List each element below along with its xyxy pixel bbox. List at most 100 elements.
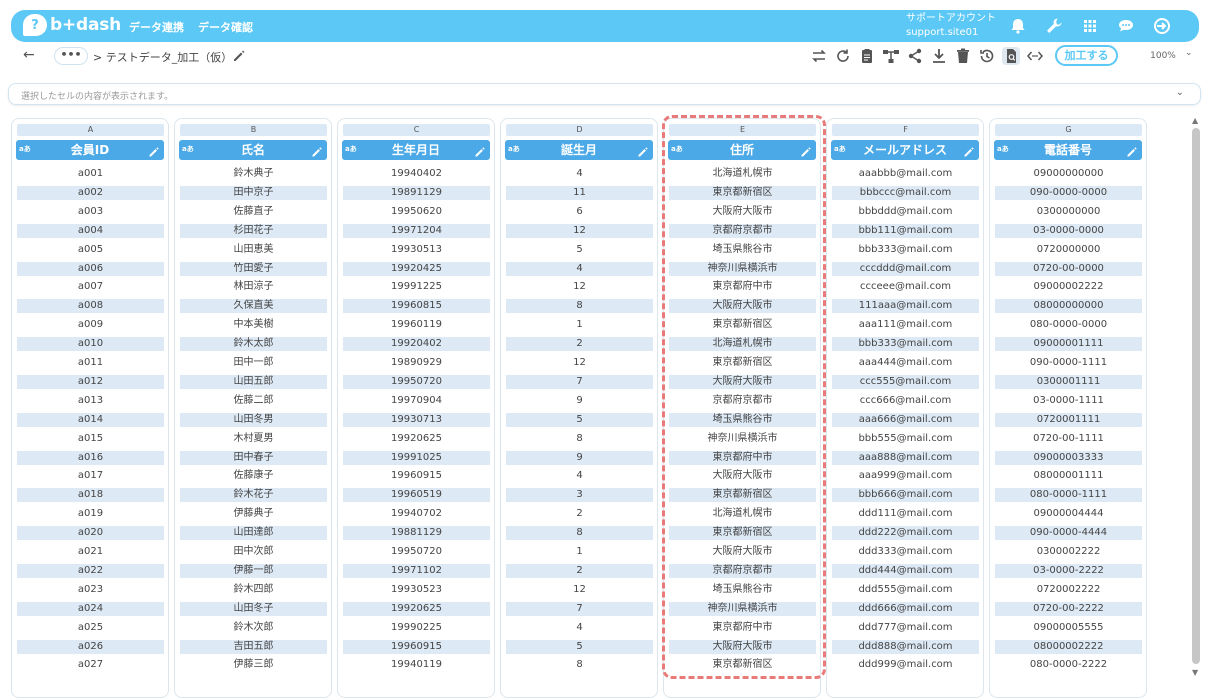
table-cell[interactable]: cccddd@mail.com (832, 261, 979, 276)
table-cell[interactable]: 08000002222 (995, 639, 1142, 654)
table-cell[interactable]: a010 (17, 337, 164, 352)
table-cell[interactable]: 鈴木典子 (180, 167, 327, 181)
app-logo[interactable]: ? b+dash (23, 14, 121, 36)
table-cell[interactable]: bbb666@mail.com (832, 488, 979, 503)
table-cell[interactable]: 19991225 (343, 280, 490, 294)
table-cell[interactable]: 山田冬子 (180, 601, 327, 616)
history-icon[interactable] (978, 47, 996, 65)
account-info[interactable]: サポートアカウント support.site01 (906, 12, 996, 40)
table-cell[interactable]: 080-0000-0000 (995, 318, 1142, 332)
edit-title-icon[interactable] (232, 48, 246, 62)
table-cell[interactable]: 090-0000-4444 (995, 526, 1142, 541)
bell-icon[interactable] (1008, 16, 1028, 36)
table-cell[interactable]: 11 (506, 185, 653, 200)
vertical-scrollbar[interactable]: ▲ ▼ (1191, 116, 1201, 680)
table-cell[interactable]: 大阪府大阪市 (669, 545, 816, 559)
table-cell[interactable]: 09000002222 (995, 280, 1142, 294)
column-letter[interactable]: D (506, 124, 653, 136)
table-cell[interactable]: 木村夏男 (180, 432, 327, 446)
column-letter[interactable]: E (669, 124, 816, 136)
table-cell[interactable]: 東京都新宿区 (669, 185, 816, 200)
table-cell[interactable]: 5 (506, 412, 653, 427)
table-cell[interactable]: ddd222@mail.com (832, 526, 979, 541)
wrench-icon[interactable] (1044, 16, 1064, 36)
table-cell[interactable]: 19890929 (343, 356, 490, 370)
table-cell[interactable]: a001 (17, 167, 164, 181)
table-cell[interactable]: 19971204 (343, 223, 490, 238)
table-cell[interactable]: 7 (506, 374, 653, 389)
table-cell[interactable]: ddd555@mail.com (832, 583, 979, 597)
download-icon[interactable] (930, 47, 948, 65)
table-cell[interactable]: 19940119 (343, 658, 490, 672)
table-cell[interactable]: 19971102 (343, 563, 490, 578)
table-cell[interactable]: 0720000000 (995, 243, 1142, 257)
edit-column-icon[interactable] (474, 144, 486, 157)
table-cell[interactable]: 山田五郎 (180, 374, 327, 389)
table-cell[interactable]: 0300002222 (995, 545, 1142, 559)
table-cell[interactable]: 19950720 (343, 374, 490, 389)
table-cell[interactable]: 19960519 (343, 488, 490, 503)
chevron-down-icon[interactable]: ⌄ (1185, 48, 1193, 58)
table-cell[interactable]: 3 (506, 488, 653, 503)
table-cell[interactable]: 12 (506, 280, 653, 294)
table-cell[interactable]: a017 (17, 469, 164, 483)
table-cell[interactable]: 19940702 (343, 507, 490, 521)
table-cell[interactable]: 03-0000-2222 (995, 563, 1142, 578)
table-cell[interactable]: ddd999@mail.com (832, 658, 979, 672)
grid-icon[interactable] (1080, 16, 1100, 36)
table-cell[interactable]: aaa888@mail.com (832, 450, 979, 465)
back-arrow-icon[interactable]: ← (23, 47, 35, 63)
table-cell[interactable]: a027 (17, 658, 164, 672)
table-cell[interactable]: 鈴木花子 (180, 488, 327, 503)
table-cell[interactable]: 19920425 (343, 261, 490, 276)
table-cell[interactable]: 2 (506, 507, 653, 521)
column-letter[interactable]: B (180, 124, 327, 136)
column-header[interactable]: aあ 誕生月 (505, 140, 653, 160)
table-cell[interactable]: 伊藤三郎 (180, 658, 327, 672)
table-cell[interactable]: a009 (17, 318, 164, 332)
table-cell[interactable]: a002 (17, 185, 164, 200)
table-cell[interactable]: ddd666@mail.com (832, 601, 979, 616)
table-cell[interactable]: bbb333@mail.com (832, 337, 979, 352)
table-cell[interactable]: 京都府京都市 (669, 223, 816, 238)
table-cell[interactable]: a026 (17, 639, 164, 654)
table-cell[interactable]: 19950720 (343, 545, 490, 559)
column-letter[interactable]: G (995, 124, 1142, 136)
table-cell[interactable]: 09000001111 (995, 337, 1142, 352)
table-cell[interactable]: ccc555@mail.com (832, 374, 979, 389)
column-letter[interactable]: F (832, 124, 979, 136)
table-cell[interactable]: 6 (506, 205, 653, 219)
table-cell[interactable]: a011 (17, 356, 164, 370)
column-header[interactable]: aあ メールアドレス (831, 140, 979, 160)
scroll-up-arrow-icon[interactable]: ▲ (1192, 116, 1198, 125)
table-cell[interactable]: 19960915 (343, 469, 490, 483)
table-cell[interactable]: ccceee@mail.com (832, 280, 979, 294)
table-cell[interactable]: ccc666@mail.com (832, 394, 979, 408)
table-cell[interactable]: 山田恵美 (180, 243, 327, 257)
table-cell[interactable]: 9 (506, 394, 653, 408)
table-cell[interactable]: a019 (17, 507, 164, 521)
table-cell[interactable]: bbb111@mail.com (832, 223, 979, 238)
column-letter[interactable]: C (343, 124, 490, 136)
table-cell[interactable]: 0720-00-1111 (995, 432, 1142, 446)
table-cell[interactable]: 7 (506, 601, 653, 616)
table-cell[interactable]: 久保直美 (180, 299, 327, 314)
table-cell[interactable]: 08000001111 (995, 469, 1142, 483)
table-cell[interactable]: 08000000000 (995, 299, 1142, 314)
table-cell[interactable]: 1 (506, 318, 653, 332)
table-cell[interactable]: 03-0000-1111 (995, 394, 1142, 408)
table-cell[interactable]: ddd777@mail.com (832, 621, 979, 635)
table-cell[interactable]: a004 (17, 223, 164, 238)
breadcrumb-more-button[interactable]: ••• (54, 47, 88, 65)
table-cell[interactable]: 19891129 (343, 185, 490, 200)
table-cell[interactable]: 鈴木次郎 (180, 621, 327, 635)
nav-data-integration[interactable]: データ連携 (129, 19, 184, 35)
table-cell[interactable]: 神奈川県横浜市 (669, 601, 816, 616)
table-cell[interactable]: a008 (17, 299, 164, 314)
table-cell[interactable]: a024 (17, 601, 164, 616)
table-cell[interactable]: 埼玉県熊谷市 (669, 412, 816, 427)
table-cell[interactable]: ddd888@mail.com (832, 639, 979, 654)
swap-icon[interactable] (810, 47, 828, 65)
table-cell[interactable]: 2 (506, 337, 653, 352)
table-cell[interactable]: 19930713 (343, 412, 490, 427)
